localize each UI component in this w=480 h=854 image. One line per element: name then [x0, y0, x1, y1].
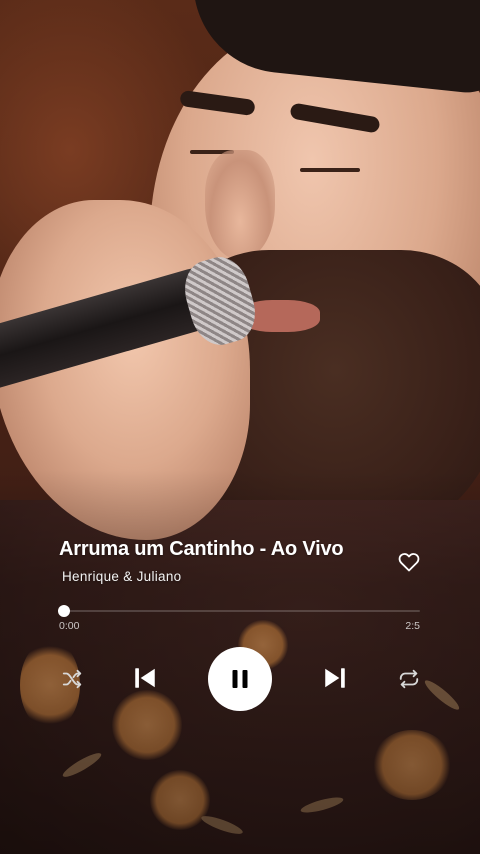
shuffle-button[interactable] [60, 667, 84, 691]
shuffle-icon [62, 669, 82, 689]
skip-next-icon [325, 668, 345, 688]
artist-name[interactable]: Henrique & Juliano [62, 569, 181, 584]
skip-previous-icon [135, 668, 155, 688]
next-button[interactable] [321, 664, 349, 692]
track-title: Arruma um Cantinho - Ao Vivo [59, 538, 344, 560]
heart-outline-icon [398, 553, 420, 572]
pause-icon [232, 670, 248, 688]
singer-nose [205, 150, 275, 260]
pause-button[interactable] [208, 647, 272, 711]
time-elapsed: 0:00 [59, 620, 80, 632]
previous-button[interactable] [131, 664, 159, 692]
repeat-button[interactable] [396, 667, 422, 691]
repeat-icon [399, 669, 419, 689]
video-background [0, 0, 480, 854]
progress-bar[interactable] [58, 605, 420, 617]
progress-track [60, 610, 420, 612]
right-eye [300, 168, 360, 172]
progress-knob[interactable] [58, 605, 70, 617]
like-button[interactable] [397, 550, 421, 574]
time-total: 2:5 [405, 620, 420, 632]
